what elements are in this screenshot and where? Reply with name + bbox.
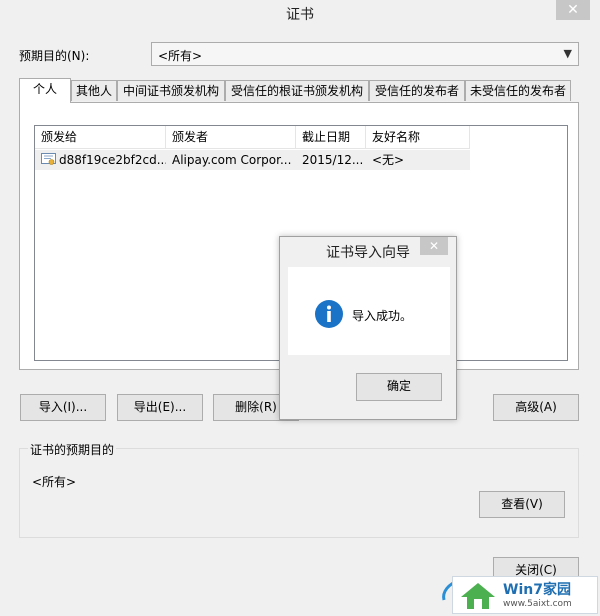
table-row[interactable]: d88f19ce2bf2cd... Alipay.com Corpor... 2… <box>35 150 470 170</box>
dialog-message: 导入成功。 <box>352 309 413 323</box>
column-expiration[interactable]: 截止日期 <box>296 126 366 148</box>
close-window-button[interactable]: ✕ <box>556 0 590 20</box>
column-issued-by[interactable]: 颁发者 <box>166 126 296 148</box>
list-header: 颁发给 颁发者 截止日期 友好名称 <box>35 126 470 149</box>
tab-intermediate-ca[interactable]: 中间证书颁发机构 <box>117 80 225 101</box>
info-icon <box>315 300 343 328</box>
watermark-brand: Win7家园 <box>503 582 571 598</box>
view-button[interactable]: 查看(V) <box>479 491 565 518</box>
purpose-select[interactable]: <所有> ▼ <box>151 42 579 66</box>
dialog-close-button[interactable]: ✕ <box>420 237 448 255</box>
column-issued-to[interactable]: 颁发给 <box>35 126 166 148</box>
column-friendly-name[interactable]: 友好名称 <box>366 126 470 148</box>
ok-button[interactable]: 确定 <box>356 373 442 401</box>
cell-issued-to: d88f19ce2bf2cd... <box>59 153 166 167</box>
watermark-logo: Win7家园 www.5aixt.com <box>452 576 598 614</box>
title-bar: 证书 ✕ <box>0 0 600 26</box>
tab-trusted-root-ca[interactable]: 受信任的根证书颁发机构 <box>225 80 369 101</box>
cell-friendly-name: <无> <box>372 153 405 167</box>
advanced-button[interactable]: 高级(A) <box>493 394 579 421</box>
export-button[interactable]: 导出(E)... <box>117 394 203 421</box>
house-icon <box>461 583 495 609</box>
certificate-purpose-value: <所有> <box>32 475 77 489</box>
watermark-site: www.5aixt.com <box>503 599 572 609</box>
chevron-down-icon: ▼ <box>563 47 572 60</box>
window-title: 证书 <box>286 7 314 23</box>
tab-personal[interactable]: 个人 <box>19 78 71 103</box>
purpose-select-value: <所有> <box>158 49 203 63</box>
certificate-purpose-legend: 证书的预期目的 <box>28 441 117 458</box>
tab-trusted-publishers[interactable]: 受信任的发布者 <box>369 80 465 101</box>
import-wizard-dialog: 证书导入向导 ✕ 导入成功。 确定 <box>279 236 457 420</box>
import-button[interactable]: 导入(I)... <box>20 394 106 421</box>
cell-issued-by: Alipay.com Corpor... <box>172 153 292 167</box>
purpose-label: 预期目的(N): <box>19 49 90 63</box>
tab-untrusted-publishers[interactable]: 未受信任的发布者 <box>465 80 571 101</box>
tab-other-people[interactable]: 其他人 <box>71 80 117 101</box>
dialog-body: 导入成功。 <box>288 267 450 355</box>
cell-expiration: 2015/12... <box>302 153 364 167</box>
